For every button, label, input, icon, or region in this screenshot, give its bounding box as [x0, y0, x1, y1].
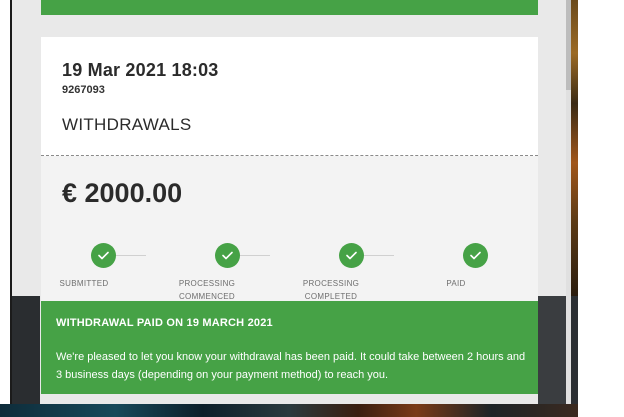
previous-transaction-card[interactable] — [41, 0, 538, 15]
panel-overlay-left — [12, 296, 40, 404]
transaction-card[interactable]: 19 Mar 2021 18:03 9267093 WITHDRAWALS € … — [41, 37, 538, 394]
step-paid-check — [463, 243, 488, 268]
background-game-strip — [571, 0, 578, 296]
notice-message: We're pleased to let you know your withd… — [56, 351, 526, 381]
step-processing-completed-check — [339, 243, 364, 268]
panel-scrollbar[interactable] — [566, 0, 571, 404]
transaction-card-header: 19 Mar 2021 18:03 9267093 WITHDRAWALS — [41, 37, 538, 155]
progress-connector — [116, 255, 146, 256]
step-processing-commenced-check — [215, 243, 240, 268]
background-game-strip-lower — [571, 296, 578, 404]
step-label-paid: PAID — [446, 279, 466, 288]
withdrawal-status-notice: WITHDRAWAL PAID ON 19 MARCH 2021 We're p… — [41, 301, 538, 394]
background-game-tiles — [0, 404, 578, 417]
transaction-reference: 9267093 — [62, 84, 105, 96]
checkmark-icon — [470, 251, 481, 260]
progress-connector — [240, 255, 270, 256]
step-submitted-check — [91, 243, 116, 268]
notice-title: WITHDRAWAL PAID ON 19 MARCH 2021 — [56, 317, 273, 329]
scrollbar-thumb[interactable] — [566, 0, 571, 90]
checkmark-icon — [222, 251, 233, 260]
step-label-processing-completed: PROCESSING COMPLETED — [302, 279, 360, 301]
checkmark-icon — [346, 251, 357, 260]
transaction-date: 19 Mar 2021 18:03 — [62, 60, 219, 80]
step-label-processing-commenced: PROCESSING COMMENCED — [178, 279, 236, 301]
checkmark-icon — [98, 251, 109, 260]
step-label-submitted: SUBMITTED — [59, 279, 109, 288]
transaction-card-body: € 2000.00 SUBMITTED PROCESSING COMMENCED… — [41, 156, 538, 301]
transaction-amount: € 2000.00 — [62, 178, 183, 208]
transaction-type: WITHDRAWALS — [62, 115, 192, 134]
progress-connector — [364, 255, 394, 256]
